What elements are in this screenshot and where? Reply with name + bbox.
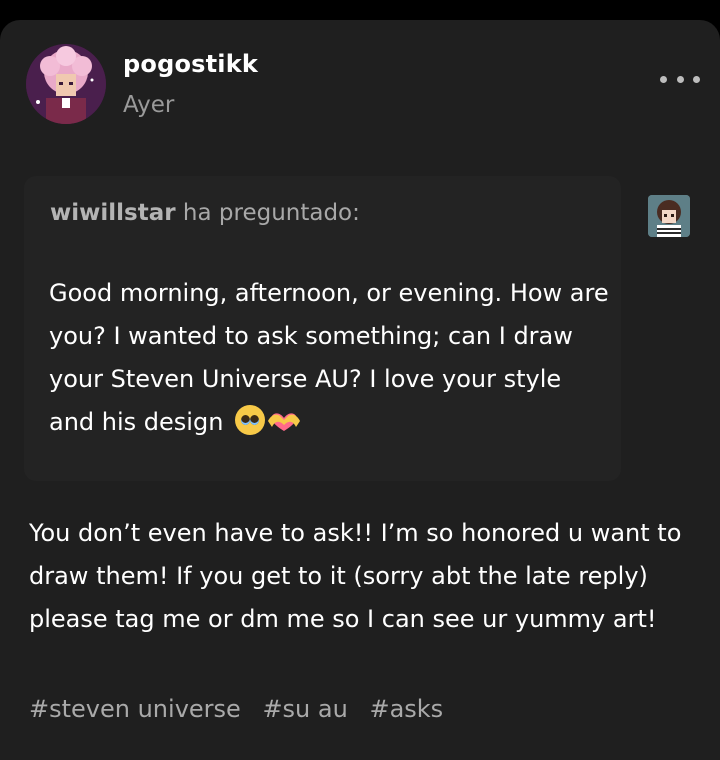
author-avatar[interactable] bbox=[26, 44, 106, 124]
asker-line: wiwillstar ha preguntado: bbox=[50, 200, 360, 226]
tag-asks[interactable]: #asks bbox=[369, 695, 443, 723]
more-options-button[interactable] bbox=[660, 66, 700, 92]
reply-text: You don’t even have to ask!! I’m so hono… bbox=[29, 519, 682, 633]
author-name[interactable]: pogostikk bbox=[123, 50, 258, 78]
asker-avatar[interactable] bbox=[648, 195, 690, 237]
tag-steven-universe[interactable]: #steven universe bbox=[29, 695, 241, 723]
more-horizontal-icon bbox=[660, 75, 667, 83]
asker-name[interactable]: wiwillstar bbox=[50, 200, 176, 226]
tag-su-au[interactable]: #su au bbox=[262, 695, 347, 723]
asked-label: ha preguntado: bbox=[182, 200, 360, 226]
author-avatar-art bbox=[26, 44, 106, 124]
post-card: pogostikk Ayer wiwillstar ha preguntado:… bbox=[0, 20, 720, 760]
pleading-face-icon bbox=[235, 405, 266, 435]
ask-box: wiwillstar ha preguntado: Good morning, … bbox=[24, 176, 621, 481]
heart-hands-icon bbox=[268, 413, 301, 431]
tag-list: #steven universe #su au #asks bbox=[29, 695, 457, 723]
asker-avatar-art bbox=[648, 195, 690, 237]
ask-body: Good morning, afternoon, or evening. How… bbox=[49, 272, 609, 444]
ask-text: Good morning, afternoon, or evening. How… bbox=[49, 279, 609, 436]
post-timestamp: Ayer bbox=[123, 92, 175, 118]
